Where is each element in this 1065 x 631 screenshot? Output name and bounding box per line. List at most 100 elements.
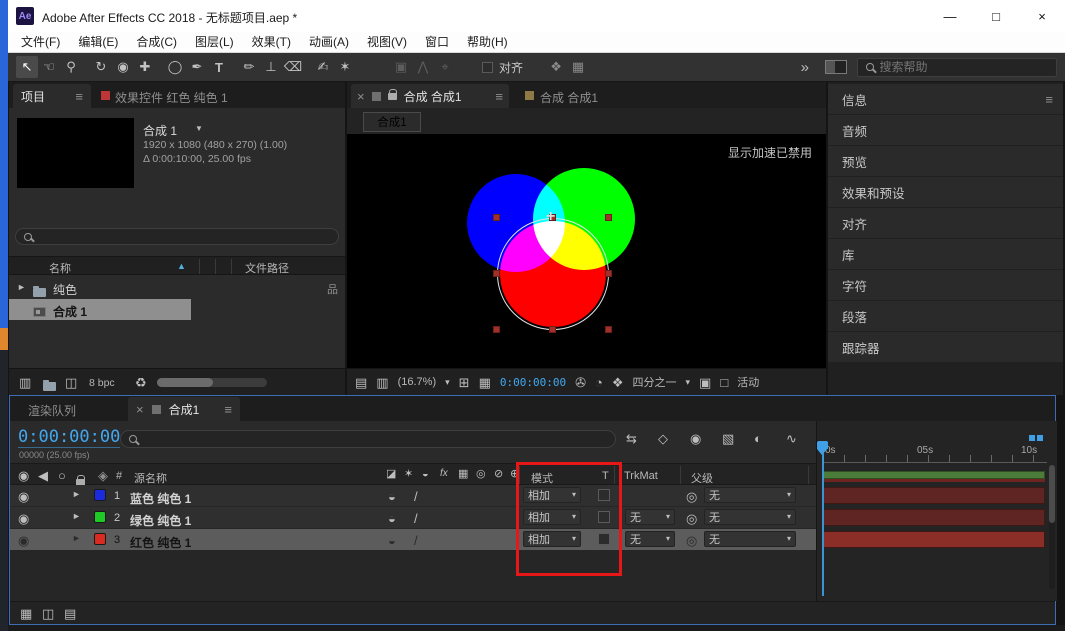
toolbar-overflow-icon[interactable]: » [801,60,809,75]
type-tool-icon[interactable]: T [208,56,230,78]
sidebar-panel-paragraph[interactable]: 段落 [828,301,1063,331]
layer-row-blue[interactable]: ◉ ► 1 蓝色 纯色 1 ◒ / 相加 ▾ ◎ 无 ▾ [10,485,816,506]
menu-view[interactable]: 视图(V) [358,32,416,53]
minimize-button[interactable]: — [927,0,973,32]
rotation-tool-icon[interactable]: ↻ [90,56,112,78]
shape-tool-icon[interactable]: ◯ [164,56,186,78]
layer-duration-bar[interactable] [823,487,1045,504]
current-time-indicator[interactable] [817,441,828,455]
scrollbar-thumb[interactable] [157,378,213,387]
audio-icon[interactable]: ◀ [38,469,48,482]
scrollbar-thumb[interactable] [1049,465,1055,523]
view-dropdown[interactable]: 活动 [737,374,759,390]
menu-composition[interactable]: 合成(C) [127,32,186,53]
sidebar-panel-tracker[interactable]: 跟踪器 [828,332,1063,362]
disclosure-icon[interactable]: ► [72,490,81,499]
layer-color-chip[interactable] [94,489,106,501]
display-icon[interactable]: ▤ [355,376,367,389]
composition-mini-flowchart-icon[interactable]: ⇆ [626,432,637,445]
sidebar-panel-libraries[interactable]: 库 [828,239,1063,269]
menu-effect[interactable]: 效果(T) [243,32,300,53]
roto-brush-tool-icon[interactable]: ✍ [312,56,334,78]
color-depth-button[interactable]: 8 bpc [89,377,115,389]
project-row-solids[interactable]: ► 纯色 品 [9,277,345,298]
video-eye-icon[interactable]: ◉ [18,469,29,482]
menu-help[interactable]: 帮助(H) [458,32,517,53]
resolution-dropdown[interactable]: 四分之一 [633,374,677,390]
snap-options-icon[interactable]: ❖ [545,56,567,78]
column-preserve-transparency[interactable]: T [602,470,609,482]
project-row-comp[interactable]: 合成 1 [9,299,345,320]
column-name[interactable]: 名称 [49,260,71,276]
tab-timeline-comp[interactable]: × 合成1 ≡ [128,397,240,421]
new-folder-icon[interactable] [43,380,56,391]
pickwhip-icon[interactable]: ◎ [686,512,697,525]
layer-row-green[interactable]: ◉ ► 2 绿色 纯色 1 ◒ / 相加 ▾ 无 ▾ ◎ 无 ▾ [10,507,816,528]
quality-best-icon[interactable]: / [414,490,418,503]
sidebar-panel-character[interactable]: 字符 [828,270,1063,300]
quality-best-icon[interactable]: / [414,534,418,547]
quality-best-icon[interactable]: / [414,512,418,525]
sidebar-panel-preview[interactable]: 预览 [828,146,1063,176]
trkmat-dropdown[interactable]: 无 ▾ [625,531,675,547]
pan-behind-tool-icon[interactable]: ✚ [134,56,156,78]
interpret-footage-icon[interactable]: ▥ [19,376,31,389]
blend-mode-dropdown[interactable]: 相加 ▾ [523,509,581,525]
close-icon[interactable]: × [136,403,144,416]
parent-dropdown[interactable]: 无 ▾ [704,531,796,547]
column-mode[interactable]: 模式 [531,470,553,486]
hand-tool-icon[interactable]: ☜ [38,56,60,78]
project-search-box[interactable] [15,228,339,245]
layer-color-chip[interactable] [94,533,106,545]
close-button[interactable]: × [1019,0,1065,32]
selection-handle[interactable] [549,326,556,333]
solo-icon[interactable]: ○ [58,469,66,482]
frame-blending-icon[interactable]: ▧ [722,432,734,445]
video-eye-icon[interactable]: ◉ [18,534,29,547]
column-parent[interactable]: 父级 [691,470,713,486]
composition-viewer[interactable]: 显示加速已禁用 + [347,134,826,368]
selection-handle[interactable] [605,270,612,277]
chevron-down-icon[interactable]: ▾ [686,377,691,387]
brush-tool-icon[interactable]: ✏ [238,56,260,78]
selection-handle[interactable] [493,270,500,277]
disclosure-icon[interactable]: ► [72,512,81,521]
project-search-input[interactable] [37,229,330,244]
blend-mode-dropdown[interactable]: 相加 ▾ [523,531,581,547]
selection-tool-icon[interactable]: ↖ [16,56,38,78]
transparency-grid-icon[interactable]: □ [720,376,728,389]
horizontal-scrollbar[interactable] [157,378,267,387]
sidebar-panel-info[interactable]: 信息 ≡ [828,84,1063,114]
mask-visibility-icon[interactable]: ▦ [479,376,491,389]
layer-duration-bar[interactable] [823,509,1045,526]
blend-mode-dropdown[interactable]: 相加 ▾ [523,487,581,503]
puppet-pin-tool-icon[interactable]: ✶ [334,56,356,78]
menu-animation[interactable]: 动画(A) [300,32,358,53]
sidebar-panel-audio[interactable]: 音频 [828,115,1063,145]
tab-composition-secondary[interactable]: 合成 合成1 [540,89,598,106]
region-of-interest-icon[interactable]: ▣ [699,376,711,389]
magnification-dropdown[interactable]: (16.7%) [398,376,437,388]
hide-shy-layers-icon[interactable]: ◉ [690,432,701,445]
lock-icon[interactable] [387,88,397,100]
preview-caret-icon[interactable]: ▼ [195,125,203,133]
quality-toggle-icon[interactable]: ◒ [388,512,396,525]
time-ruler[interactable] [823,455,1047,463]
vertical-scrollbar[interactable] [1049,465,1055,589]
clone-stamp-tool-icon[interactable]: ⊥ [260,56,282,78]
selection-handle[interactable] [605,214,612,221]
tab-composition-active[interactable]: × 合成 合成1 ≡ [351,84,509,108]
graph-editor-icon[interactable]: ∿ [786,432,797,445]
layer-color-chip[interactable] [94,511,106,523]
eraser-tool-icon[interactable]: ⌫ [282,56,304,78]
maximize-button[interactable]: □ [973,0,1019,32]
delete-icon[interactable]: ♻ [135,376,147,389]
current-time-display[interactable]: 0:00:00:00 [500,376,566,389]
sidebar-panel-effects-presets[interactable]: 效果和预设 [828,177,1063,207]
quality-toggle-icon[interactable]: ◒ [388,534,396,547]
column-trkmat[interactable]: TrkMat [624,470,658,482]
show-snapshot-icon[interactable]: ◔ [595,376,603,389]
tab-effect-controls[interactable]: 效果控件 红色 纯色 1 [115,89,228,106]
zoom-tool-icon[interactable]: ⚲ [60,56,82,78]
parent-dropdown[interactable]: 无 ▾ [704,509,796,525]
